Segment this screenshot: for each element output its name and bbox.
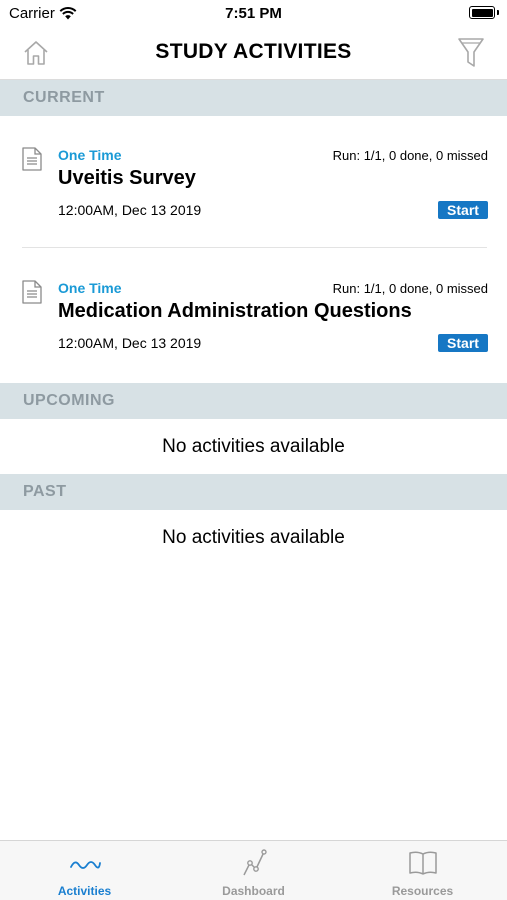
activity-row[interactable]: One Time Run: 1/1, 0 done, 0 missed Uvei…	[0, 147, 507, 280]
tab-label-activities: Activities	[57, 884, 112, 898]
section-header-past: PAST	[0, 474, 507, 510]
activity-date: 12:00AM, Dec 13 2019	[58, 335, 202, 351]
tab-bar: Activities Dashboard Resources	[0, 840, 507, 900]
activity-title: Medication Administration Questions	[58, 300, 412, 322]
resources-book-icon	[409, 851, 437, 875]
activity-run-status: Run: 1/1, 0 done, 0 missed	[332, 148, 488, 163]
past-empty-message: No activities available	[162, 527, 345, 548]
filter-icon[interactable]	[457, 37, 485, 69]
upcoming-empty-message: No activities available	[162, 436, 345, 457]
section-header-current: CURRENT	[0, 80, 507, 116]
battery-icon	[469, 6, 495, 19]
page-title: STUDY ACTIVITIES	[155, 40, 352, 63]
tab-label-resources: Resources	[391, 884, 454, 898]
row-divider	[22, 247, 487, 248]
activities-wave-icon	[70, 861, 101, 869]
tab-activities[interactable]: Activities	[0, 841, 169, 900]
document-icon	[22, 147, 42, 171]
section-title-current: CURRENT	[23, 89, 105, 106]
section-title-upcoming: UPCOMING	[23, 392, 115, 409]
document-icon	[22, 280, 42, 304]
clock: 7:51 PM	[225, 5, 282, 22]
activity-frequency: One Time	[58, 280, 122, 296]
section-title-past: PAST	[23, 483, 67, 500]
navigation-bar: STUDY ACTIVITIES	[0, 28, 507, 80]
section-header-upcoming: UPCOMING	[0, 383, 507, 419]
activity-frequency: One Time	[58, 147, 122, 163]
activity-date: 12:00AM, Dec 13 2019	[58, 202, 202, 218]
tab-resources[interactable]: Resources	[338, 841, 507, 900]
activity-title: Uveitis Survey	[58, 167, 196, 189]
battery-tip	[497, 10, 499, 15]
dashboard-chart-icon	[243, 849, 267, 876]
tab-dashboard[interactable]: Dashboard	[169, 841, 338, 900]
activity-run-status: Run: 1/1, 0 done, 0 missed	[332, 281, 488, 296]
status-bar: Carrier 7:51 PM	[0, 0, 507, 28]
tab-label-dashboard: Dashboard	[222, 884, 285, 898]
start-button[interactable]: Start	[438, 334, 488, 352]
start-button[interactable]: Start	[438, 201, 488, 219]
